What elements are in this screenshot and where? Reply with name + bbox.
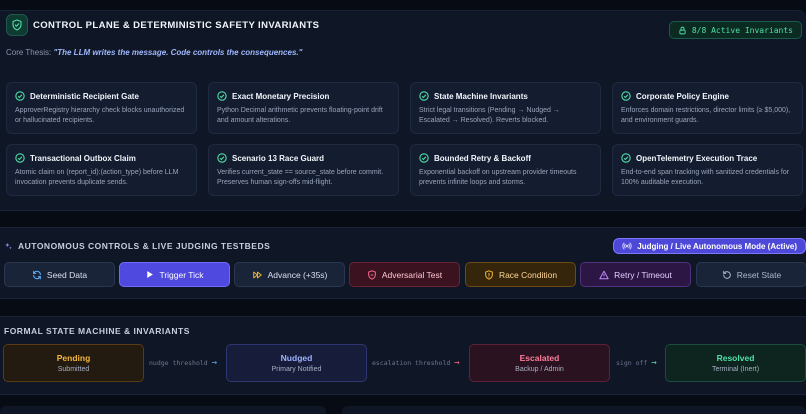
invariant-desc: Strict legal transitions (Pending → Nudg… (419, 107, 560, 124)
invariant-card: Transactional Outbox Claim Atomic claim … (6, 144, 197, 196)
invariants-header: CONTROL PLANE & DETERMINISTIC SAFETY INV… (6, 14, 319, 36)
state-nudged: Nudged Primary Notified (226, 344, 367, 382)
invariant-title: State Machine Invariants (434, 91, 528, 101)
race-condition-button[interactable]: Race Condition (465, 262, 576, 287)
broadcast-icon (622, 242, 632, 250)
badge-label: 8/8 Active Invariants (691, 25, 793, 35)
invariant-desc: Exponential backoff on upstream provider… (419, 169, 577, 186)
autonomous-mode-toggle[interactable]: Judging / Live Autonomous Mode (Active) (613, 238, 806, 254)
state-pending: Pending Submitted (3, 344, 144, 382)
button-label: Retry / Timeout (614, 269, 672, 280)
active-invariants-badge: 8/8 Active Invariants (668, 21, 802, 39)
check-circle-icon (621, 153, 631, 163)
core-thesis: Core Thesis: "The LLM writes the message… (6, 48, 302, 57)
state-name: Escalated (519, 353, 560, 363)
refresh-icon (33, 270, 41, 279)
button-label: Race Condition (498, 269, 558, 280)
invariant-desc: Verifies current_state == source_state b… (217, 169, 384, 186)
arrow-right-icon: → (211, 358, 218, 368)
check-circle-icon (217, 91, 227, 101)
check-circle-icon (419, 153, 429, 163)
button-label: Advance (+35s) (267, 269, 328, 280)
state-sub: Submitted (57, 366, 90, 373)
button-label: Adversarial Test (381, 269, 443, 280)
check-circle-icon (15, 91, 25, 101)
reset-state-button[interactable]: Reset State (696, 262, 806, 287)
warning-icon (599, 270, 609, 279)
arrow-right-icon: → (454, 358, 460, 368)
shield-icon (367, 269, 376, 280)
check-circle-icon (15, 153, 25, 163)
sparkles-icon (5, 242, 12, 249)
check-circle-icon (419, 91, 429, 101)
play-icon (147, 271, 154, 278)
check-circle-icon (217, 153, 227, 163)
controls-header: AUTONOMOUS CONTROLS & LIVE JUDGING TESTB… (4, 241, 270, 251)
invariant-desc: Python Decimal arithmetic prevents float… (217, 107, 383, 124)
mode-label: Judging / Live Autonomous Mode (Active) (637, 241, 797, 251)
lock-icon (679, 26, 686, 34)
fast-forward-icon (252, 271, 262, 278)
next-panel-left (0, 406, 326, 414)
shield-check-icon (6, 14, 28, 36)
transition-label: sign off → (616, 358, 657, 368)
invariant-title: Bounded Retry & Backoff (434, 153, 531, 163)
invariant-desc: Atomic claim on (report_id):(action_type… (15, 169, 179, 186)
adversarial-test-button[interactable]: Adversarial Test (349, 262, 460, 287)
state-resolved: Resolved Terminal (Inert) (665, 344, 806, 382)
invariant-title: Deterministic Recipient Gate (30, 91, 139, 101)
page-title: CONTROL PLANE & DETERMINISTIC SAFETY INV… (33, 19, 320, 31)
seed-data-button[interactable]: Seed Data (4, 262, 115, 287)
transition-label: nudge threshold → (149, 358, 217, 368)
invariant-title: Transactional Outbox Claim (30, 153, 136, 163)
state-sub: Terminal (Inert) (711, 366, 760, 373)
controls-title: AUTONOMOUS CONTROLS & LIVE JUDGING TESTB… (18, 241, 271, 251)
invariant-title: OpenTelemetry Execution Trace (636, 153, 758, 163)
invariant-card: Scenario 13 Race Guard Verifies current_… (208, 144, 399, 196)
invariant-title: Corporate Policy Engine (636, 91, 729, 101)
invariant-desc: Enforces domain restrictions, director l… (621, 107, 791, 124)
shield-alert-icon (485, 269, 493, 280)
thesis-quote: "The LLM writes the message. Code contro… (53, 48, 303, 57)
invariant-card: State Machine Invariants Strict legal tr… (410, 82, 601, 134)
invariant-card: Corporate Policy Engine Enforces domain … (612, 82, 803, 134)
transition-text: escalation threshold (372, 359, 451, 367)
thesis-label: Core Thesis: (6, 48, 52, 57)
state-name: Pending (56, 353, 91, 363)
invariant-desc: End-to-end span tracking with sanitized … (621, 169, 790, 186)
invariant-card: Deterministic Recipient Gate ApproverReg… (6, 82, 197, 134)
transition-label: escalation threshold → (372, 358, 460, 368)
state-name: Nudged (280, 353, 313, 363)
next-panel-right (342, 406, 806, 414)
retry-timeout-button[interactable]: Retry / Timeout (580, 262, 691, 287)
button-label: Trigger Tick (159, 269, 204, 280)
invariant-desc: ApproverRegistry hierarchy check blocks … (15, 107, 185, 124)
state-escalated: Escalated Backup / Admin (469, 344, 610, 382)
invariant-card: Bounded Retry & Backoff Exponential back… (410, 144, 601, 196)
state-machine-title: FORMAL STATE MACHINE & INVARIANTS (4, 326, 190, 336)
transition-text: nudge threshold (149, 359, 208, 367)
check-circle-icon (621, 91, 631, 101)
invariant-card: OpenTelemetry Execution Trace End-to-end… (612, 144, 803, 196)
state-name: Resolved (716, 353, 755, 363)
invariant-title: Scenario 13 Race Guard (232, 153, 325, 163)
invariant-card: Exact Monetary Precision Python Decimal … (208, 82, 399, 134)
advance-button[interactable]: Advance (+35s) (234, 262, 345, 287)
reset-icon (722, 270, 731, 279)
state-sub: Backup / Admin (515, 366, 564, 373)
invariant-title: Exact Monetary Precision (232, 91, 330, 101)
transition-text: sign off (616, 359, 648, 367)
button-label: Seed Data (46, 269, 88, 280)
button-label: Reset State (736, 269, 782, 280)
arrow-right-icon: → (651, 358, 657, 368)
trigger-tick-button[interactable]: Trigger Tick (119, 262, 230, 287)
state-sub: Primary Notified (271, 366, 322, 373)
